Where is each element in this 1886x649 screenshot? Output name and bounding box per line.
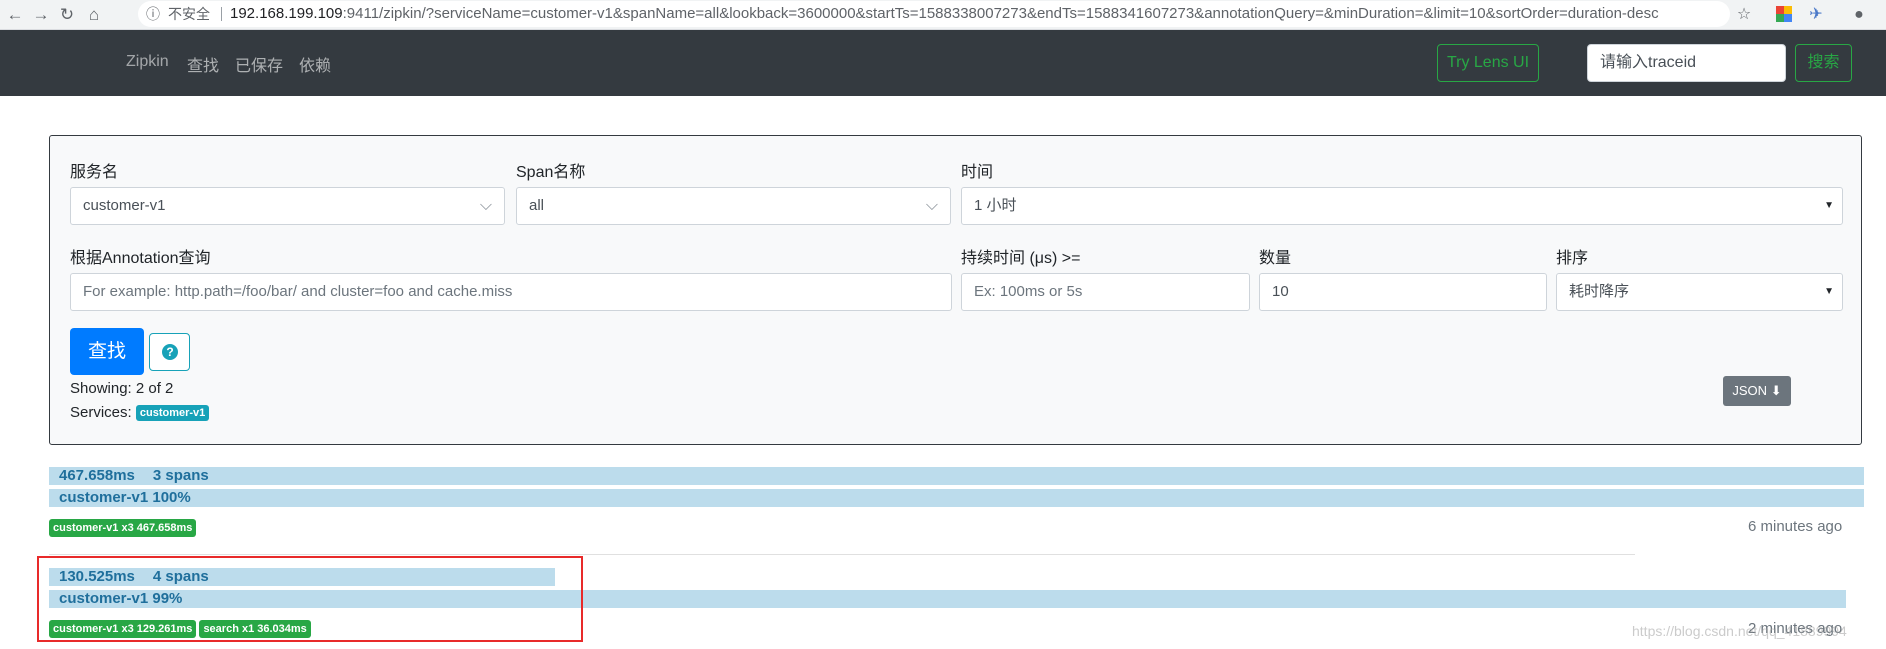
service-duration-tag[interactable]: customer-v1 x3 467.658ms (49, 519, 197, 537)
time-label: 时间 (961, 164, 994, 181)
highlight-annotation-box (37, 556, 583, 642)
watermark: https://blog.csdn.net/qq_41889994 (1632, 623, 1847, 639)
service-label: 服务名 (70, 164, 119, 181)
brand-zipkin[interactable]: Zipkin (126, 53, 169, 71)
limit-input[interactable]: 10 (1259, 273, 1547, 311)
service-select-value: customer-v1 (83, 197, 166, 214)
nav-link-find[interactable]: 查找 (187, 52, 219, 76)
reload-icon[interactable]: ↻ (56, 4, 78, 26)
services-row: Services: customer-v1 (70, 404, 210, 421)
insecure-label: 不安全 (168, 6, 210, 22)
caret-down-icon: ▼ (1824, 286, 1834, 297)
home-icon[interactable]: ⌂ (83, 4, 105, 26)
chevron-down-icon: ⌵ (479, 197, 492, 214)
services-label: Services: (70, 404, 132, 421)
url-text: 192.168.199.109:9411/zipkin/?serviceName… (230, 1, 1659, 27)
trace-row[interactable]: 467.658ms 3 spans customer-v1 100% custom… (49, 467, 1864, 537)
annotation-label: 根据Annotation查询 (70, 250, 211, 267)
trace-span-count: 3 spans (152, 467, 209, 484)
chevron-down-icon: ⌵ (925, 197, 938, 214)
nav-link-saved[interactable]: 已保存 (235, 52, 283, 76)
traceid-input[interactable]: 请输入traceid (1587, 44, 1786, 82)
bird-extension-icon[interactable]: ✈ (1806, 5, 1826, 25)
account-icon[interactable]: ● (1849, 5, 1869, 25)
address-bar[interactable]: ⓘ 不安全 192.168.199.109:9411/zipkin/?servi… (138, 1, 1730, 27)
min-duration-input[interactable]: Ex: 100ms or 5s (961, 273, 1250, 311)
annotation-query-input[interactable]: For example: http.path=/foo/bar/ and clu… (70, 273, 952, 311)
sort-select[interactable]: 耗时降序 ▼ (1556, 273, 1843, 311)
try-lens-ui-button[interactable]: Try Lens UI (1437, 44, 1539, 82)
info-icon[interactable]: ⓘ (146, 1, 160, 27)
browser-toolbar: ← → ↻ ⌂ ⓘ 不安全 192.168.199.109:9411/zipki… (0, 0, 1886, 30)
trace-duration: 467.658ms (59, 467, 135, 484)
sort-select-value: 耗时降序 (1569, 283, 1630, 300)
trace-service-bar: customer-v1 100% (49, 489, 1864, 507)
service-badge[interactable]: customer-v1 (135, 405, 210, 421)
span-select[interactable]: all ⌵ (516, 187, 951, 225)
url-host: 192.168.199.109 (230, 5, 343, 22)
json-button-label: JSON (1732, 383, 1768, 398)
service-select[interactable]: customer-v1 ⌵ (70, 187, 505, 225)
json-download-button[interactable]: JSON ⬇ (1723, 376, 1791, 406)
time-select-value: 1 小时 (974, 197, 1017, 214)
trace-timestamp: 6 minutes ago (1748, 518, 1843, 535)
question-circle-icon: ? (162, 344, 178, 360)
trace-duration-bar: 467.658ms 3 spans (49, 467, 1864, 485)
omnibox-divider (221, 7, 222, 21)
forward-arrow-icon[interactable]: → (30, 4, 52, 26)
url-path: :9411/zipkin/?serviceName=customer-v1&sp… (342, 5, 1659, 22)
span-select-value: all (529, 197, 545, 214)
limit-label: 数量 (1259, 250, 1292, 267)
span-label: Span名称 (516, 164, 586, 181)
trace-tags: customer-v1 x3 467.658ms (49, 518, 199, 537)
extension-icon[interactable] (1774, 5, 1794, 25)
find-button[interactable]: 查找 (70, 328, 144, 375)
search-traceid-button[interactable]: 搜索 (1795, 44, 1852, 82)
trace-divider (49, 554, 1635, 555)
showing-count: Showing: 2 of 2 (70, 380, 174, 397)
back-arrow-icon[interactable]: ← (4, 4, 26, 26)
caret-down-icon: ▼ (1824, 200, 1834, 211)
download-icon: ⬇ (1770, 383, 1782, 398)
search-panel: 服务名 customer-v1 ⌵ Span名称 all ⌵ 时间 1 小时 ▼… (49, 135, 1862, 445)
nav-link-dependencies[interactable]: 依赖 (299, 52, 331, 76)
navbar: Zipkin 查找 已保存 依赖 Try Lens UI 请输入traceid … (0, 30, 1886, 96)
bookmark-star-icon[interactable]: ☆ (1734, 5, 1754, 25)
trace-service-percent: customer-v1 100% (59, 489, 191, 506)
time-select[interactable]: 1 小时 ▼ (961, 187, 1843, 225)
sort-label: 排序 (1556, 250, 1589, 267)
duration-label: 持续时间 (μs) >= (961, 250, 1081, 267)
help-button[interactable]: ? (149, 333, 190, 371)
